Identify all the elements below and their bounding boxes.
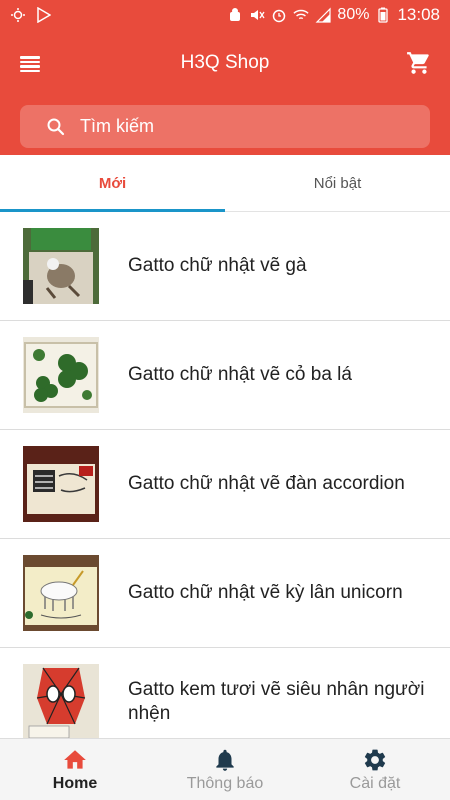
battery-percent: 80% bbox=[337, 6, 370, 23]
tab-featured[interactable]: Nổi bật bbox=[225, 155, 450, 211]
play-store-icon bbox=[36, 7, 52, 23]
gear-icon bbox=[364, 749, 386, 770]
search-icon bbox=[46, 117, 66, 137]
bell-icon bbox=[216, 749, 234, 771]
search-placeholder: Tìm kiếm bbox=[80, 116, 154, 136]
search-input[interactable]: Tìm kiếm bbox=[20, 105, 430, 148]
nav-notifications-label: Thông báo bbox=[186, 774, 264, 792]
product-name: Gatto chữ nhật vẽ cỏ ba lá bbox=[128, 364, 352, 385]
nav-home[interactable]: Home bbox=[0, 739, 150, 800]
status-bar: 80% 13:08 bbox=[0, 0, 450, 30]
nav-settings-label: Cài đặt bbox=[349, 774, 401, 792]
nav-home-label: Home bbox=[52, 774, 98, 792]
wifi-icon bbox=[293, 7, 310, 23]
product-name: Gatto chữ nhật vẽ gà bbox=[128, 255, 307, 276]
battery-icon bbox=[375, 7, 391, 23]
clock-time: 13:08 bbox=[397, 5, 440, 24]
nav-notifications[interactable]: Thông báo bbox=[150, 739, 300, 800]
tab-new[interactable]: Mới bbox=[0, 155, 225, 212]
product-name: Gatto chữ nhật vẽ đàn accordion bbox=[128, 473, 405, 494]
home-icon bbox=[64, 749, 86, 769]
list-item[interactable]: Gatto kem tươi vẽ siêu nhân người nhện bbox=[0, 648, 450, 738]
product-list: Gatto chữ nhật vẽ gà Gatto chữ nhật vẽ c… bbox=[0, 212, 450, 738]
product-thumbnail bbox=[23, 228, 99, 304]
list-item[interactable]: Gatto chữ nhật vẽ kỳ lân unicorn bbox=[0, 539, 450, 648]
product-thumbnail bbox=[23, 664, 99, 738]
product-name: Gatto chữ nhật vẽ kỳ lân unicorn bbox=[128, 582, 403, 603]
mute-icon bbox=[249, 7, 265, 23]
signal-icon bbox=[315, 7, 332, 23]
product-thumbnail bbox=[23, 555, 99, 631]
product-thumbnail bbox=[23, 446, 99, 522]
app-bar: H3Q Shop Tìm kiếm bbox=[0, 30, 450, 155]
list-item[interactable]: Gatto chữ nhật vẽ đàn accordion bbox=[0, 430, 450, 539]
cart-icon[interactable] bbox=[406, 50, 432, 76]
nav-settings[interactable]: Cài đặt bbox=[300, 739, 450, 800]
app-title: H3Q Shop bbox=[180, 52, 270, 73]
list-item[interactable]: Gatto chữ nhật vẽ gà bbox=[0, 212, 450, 321]
list-item[interactable]: Gatto chữ nhật vẽ cỏ ba lá bbox=[0, 321, 450, 430]
android-icon bbox=[227, 7, 243, 23]
product-name: Gatto kem tươi vẽ siêu nhân người nhện bbox=[128, 679, 425, 724]
product-thumbnail bbox=[23, 337, 99, 413]
brightness-icon bbox=[10, 7, 26, 23]
alarm-icon bbox=[271, 7, 287, 23]
bottom-nav: Home Thông báo Cài đặt bbox=[0, 738, 450, 800]
tab-bar: Mới Nổi bật bbox=[0, 155, 450, 212]
